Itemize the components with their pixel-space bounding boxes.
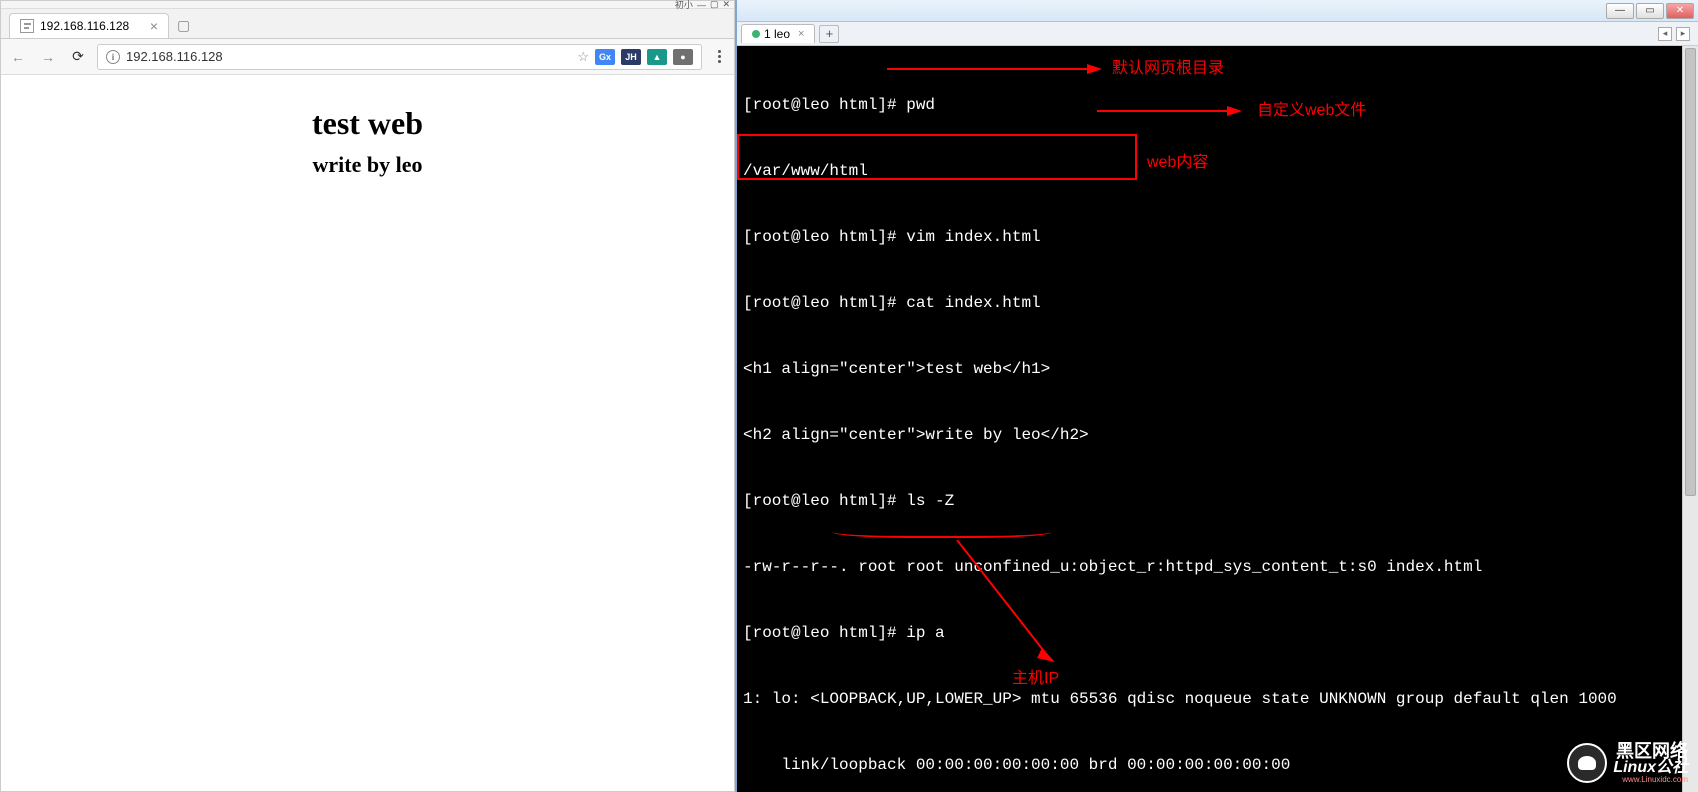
terminal-toolbar-right: ◂ ▸ bbox=[1658, 27, 1694, 41]
tab-favicon-icon bbox=[20, 19, 34, 33]
term-line: 1: lo: <LOOPBACK,UP,LOWER_UP> mtu 65536 … bbox=[743, 688, 1692, 710]
term-line: [root@leo html]# ls -Z bbox=[743, 490, 1692, 512]
watermark: 黑区网络 Linux公社 www.Linuxidc.com bbox=[1567, 742, 1688, 784]
term-tool-right-icon[interactable]: ▸ bbox=[1676, 27, 1690, 41]
minimize-button[interactable]: — bbox=[1606, 3, 1634, 19]
maximize-button[interactable]: ▭ bbox=[1636, 3, 1664, 19]
connection-status-icon bbox=[752, 30, 760, 38]
annotation-underline-ip bbox=[832, 532, 1052, 538]
term-line: <h2 align="center">write by leo</h2> bbox=[743, 424, 1692, 446]
browser-page-content: test web write by leo bbox=[1, 75, 734, 791]
forward-button[interactable]: → bbox=[37, 46, 59, 68]
extension-3-icon[interactable]: ▲ bbox=[647, 49, 667, 65]
tab-close-icon[interactable]: × bbox=[150, 18, 158, 34]
terminal-tab-active[interactable]: 1 leo × bbox=[741, 24, 815, 43]
term-line: /var/www/html bbox=[743, 160, 1692, 182]
annotation-default-root: 默认网页根目录 bbox=[1112, 58, 1224, 80]
bookmark-star-icon[interactable]: ☆ bbox=[577, 49, 589, 65]
extension-4-icon[interactable]: ● bbox=[673, 49, 693, 65]
page-heading-1: test web bbox=[21, 105, 714, 142]
terminal-titlebar: — ▭ ✕ bbox=[737, 0, 1698, 22]
address-bar-right: ☆ Gx JH ▲ ● bbox=[577, 49, 693, 65]
site-info-icon[interactable]: i bbox=[106, 50, 120, 64]
extension-translate-icon[interactable]: Gx bbox=[595, 49, 615, 65]
term-line: [root@leo html]# vim index.html bbox=[743, 226, 1692, 248]
back-button[interactable]: ← bbox=[7, 46, 29, 68]
terminal-scrollbar[interactable] bbox=[1682, 46, 1698, 792]
term-line: <h1 align="center">test web</h1> bbox=[743, 358, 1692, 380]
address-bar[interactable]: i 192.168.116.128 ☆ Gx JH ▲ ● bbox=[97, 44, 702, 70]
browser-tabs: 192.168.116.128 × ▢ bbox=[1, 9, 734, 39]
term-line: [root@leo html]# cat index.html bbox=[743, 292, 1692, 314]
arrow-root-dir bbox=[887, 62, 1107, 76]
screenshot-container: 初小 — ▢ ✕ 192.168.116.128 × ▢ ← → ⟳ i 192… bbox=[0, 0, 1698, 792]
term-line: [root@leo html]# pwd bbox=[743, 94, 1692, 116]
watermark-text: 黑区网络 Linux公社 www.Linuxidc.com bbox=[1613, 742, 1688, 784]
scrollbar-thumb[interactable] bbox=[1685, 48, 1696, 496]
close-button[interactable]: ✕ bbox=[1666, 3, 1694, 19]
term-line: -rw-r--r--. root root unconfined_u:objec… bbox=[743, 556, 1692, 578]
term-line: link/loopback 00:00:00:00:00:00 brd 00:0… bbox=[743, 754, 1692, 776]
browser-menu-button[interactable] bbox=[710, 50, 728, 63]
browser-titlebar: 初小 — ▢ ✕ bbox=[1, 1, 734, 9]
terminal-body[interactable]: [root@leo html]# pwd /var/www/html [root… bbox=[737, 46, 1698, 792]
chrome-browser-window: 初小 — ▢ ✕ 192.168.116.128 × ▢ ← → ⟳ i 192… bbox=[0, 0, 735, 792]
term-line: [root@leo html]# ip a bbox=[743, 622, 1692, 644]
term-tool-left-icon[interactable]: ◂ bbox=[1658, 27, 1672, 41]
xshell-terminal-window: — ▭ ✕ 1 leo × + ◂ ▸ [root@leo html]# pwd… bbox=[735, 0, 1698, 792]
url-text: 192.168.116.128 bbox=[126, 49, 223, 64]
tab-title: 192.168.116.128 bbox=[40, 19, 129, 33]
browser-toolbar: ← → ⟳ i 192.168.116.128 ☆ Gx JH ▲ ● bbox=[1, 39, 734, 75]
reload-button[interactable]: ⟳ bbox=[67, 46, 89, 68]
new-tab-button[interactable]: ▢ bbox=[169, 13, 198, 38]
tab-close-icon[interactable]: × bbox=[798, 28, 804, 40]
terminal-new-tab[interactable]: + bbox=[819, 25, 839, 43]
watermark-mushroom-icon bbox=[1567, 743, 1607, 783]
annotation-host-ip: 主机IP bbox=[1012, 668, 1059, 690]
extension-jh-icon[interactable]: JH bbox=[621, 49, 641, 65]
browser-tab-active[interactable]: 192.168.116.128 × bbox=[9, 13, 169, 38]
page-heading-2: write by leo bbox=[21, 152, 714, 178]
terminal-tab-label: 1 leo bbox=[764, 27, 790, 41]
terminal-tabs: 1 leo × + ◂ ▸ bbox=[737, 22, 1698, 46]
